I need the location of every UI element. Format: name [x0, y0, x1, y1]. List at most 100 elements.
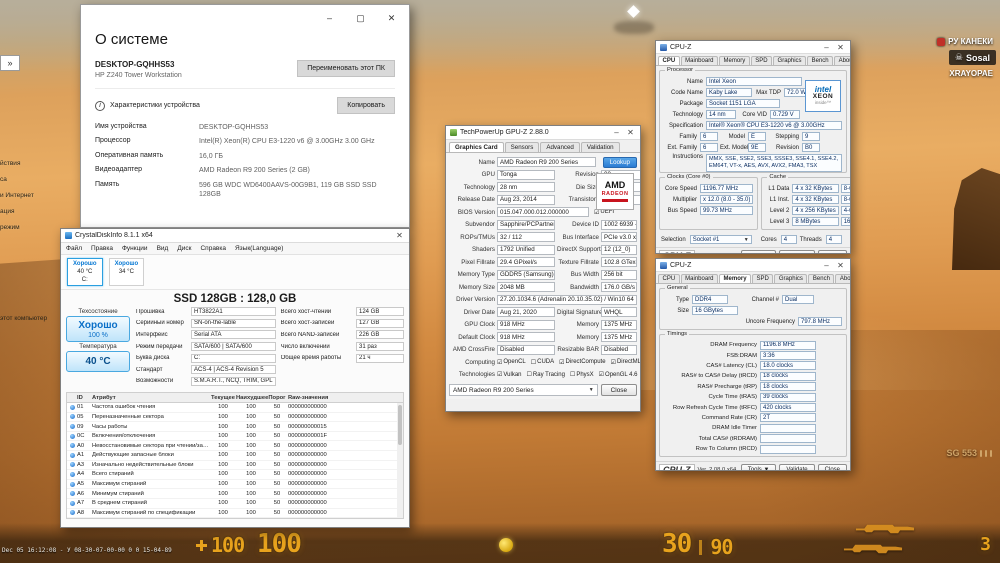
tab-memory[interactable]: Memory: [719, 274, 752, 283]
tab-graphics[interactable]: Graphics: [773, 56, 807, 65]
header-current[interactable]: Текущее: [210, 395, 236, 401]
close-button[interactable]: Close: [600, 384, 637, 396]
tab-about[interactable]: About: [835, 274, 850, 283]
checkbox-item[interactable]: ☑ DirectCompute: [559, 359, 605, 366]
tab-bench[interactable]: Bench: [807, 56, 834, 65]
header-threshold[interactable]: Порог: [266, 395, 288, 401]
nav-fragment[interactable]: режим: [0, 220, 34, 236]
checkbox-item[interactable]: ☐ PhysX: [570, 371, 594, 379]
nav-fragment[interactable]: и Интернет: [0, 188, 34, 204]
minimize-button[interactable]: –: [611, 128, 622, 137]
header-id[interactable]: ID: [77, 395, 92, 401]
tab-sensors[interactable]: Sensors: [504, 142, 540, 152]
header-raw[interactable]: Raw-значения: [288, 395, 403, 401]
smart-row[interactable]: A0 Невосстановимые сектора при чтении/за…: [67, 441, 403, 451]
info-row: Общее время работы 21 ч: [281, 353, 404, 363]
smart-row[interactable]: A4 Всего стираний 100 100 50 00000000000…: [67, 470, 403, 480]
gpu-clock-rows: Driver Date Aug 21, 2020 Digital Signatu…: [449, 306, 637, 356]
checkbox-item[interactable]: ☑ Vulkan: [497, 371, 522, 379]
validate-button[interactable]: Validate: [779, 464, 815, 470]
smart-row[interactable]: A6 Минимум стираний 100 100 50 000000000…: [67, 489, 403, 499]
close-button[interactable]: Close: [817, 250, 847, 253]
socket-select-dropdown[interactable]: Socket #1 ▼: [689, 235, 752, 244]
tab-validation[interactable]: Validation: [580, 142, 620, 152]
menu-item[interactable]: Справка: [200, 245, 226, 252]
disk-chip[interactable]: Хорошо 34 °C: [108, 258, 145, 287]
smart-row[interactable]: 0C Включения/отключения 100 100 50 00000…: [67, 432, 403, 442]
timing-row: Row Refresh Cycle Time (tRFC) 420 clocks: [664, 402, 842, 413]
menu-item[interactable]: Файл: [66, 245, 82, 252]
health-status-box[interactable]: Хорошо 100 %: [66, 316, 130, 343]
tab-bench[interactable]: Bench: [808, 274, 835, 283]
smart-row[interactable]: A7 В среднем стираний 100 100 50 0000000…: [67, 499, 403, 509]
minimize-button[interactable]: –: [821, 43, 832, 52]
tab-mainboard[interactable]: Mainboard: [680, 56, 719, 65]
close-button[interactable]: ✕: [625, 128, 636, 137]
smart-row[interactable]: 09 Часы работы 100 100 50 000000000015: [67, 422, 403, 432]
menu-item[interactable]: Вид: [157, 245, 169, 252]
checkbox-item[interactable]: ☐ CUDA: [531, 359, 554, 366]
tab-cpu[interactable]: CPU: [658, 274, 680, 283]
nav-fragment: этот компьютер: [0, 315, 48, 322]
checkbox-item[interactable]: ☑ OpenCL: [497, 359, 526, 366]
menu-item[interactable]: Язык(Language): [235, 245, 283, 252]
checkbox-item[interactable]: ☐ Ray Tracing: [527, 371, 565, 379]
scrollbar-thumb[interactable]: [398, 405, 402, 446]
tab-cpu[interactable]: CPU: [658, 56, 680, 65]
settings-titlebar[interactable]: – ▢ ✕: [81, 5, 409, 31]
validate-button[interactable]: Validate: [779, 250, 815, 253]
minimize-button[interactable]: –: [821, 261, 832, 270]
info-value: 21 ч: [356, 353, 404, 363]
bios-value: 015.047.000.012.000000: [497, 207, 589, 218]
tab-spd[interactable]: SPD: [752, 274, 774, 283]
close-button[interactable]: ✕: [835, 43, 846, 52]
cdi-titlebar[interactable]: CrystalDiskInfo 8.1.1 x64 ✕: [61, 229, 409, 243]
menu-item[interactable]: Правка: [91, 245, 113, 252]
temp-label: Температура: [79, 343, 117, 351]
smart-worst-cell: 100: [246, 413, 256, 420]
rename-pc-button[interactable]: Переименовать этот ПК: [297, 60, 395, 77]
maximize-button[interactable]: ▢: [355, 13, 366, 24]
smart-row[interactable]: 01 Частота ошибок чтения 100 100 50 0000…: [67, 403, 403, 413]
tab-graphics[interactable]: Graphics: [774, 274, 808, 283]
tools-button[interactable]: Tools ▼: [740, 464, 777, 470]
smart-row[interactable]: A8 Максимум стираний по спецификации 100…: [67, 509, 403, 519]
close-button[interactable]: ✕: [835, 261, 846, 270]
table-scrollbar[interactable]: [397, 403, 403, 519]
gpuz-tabs: Graphics Card Sensors Advanced Validatio…: [446, 140, 640, 152]
checkbox-item[interactable]: ☑ DirectML: [611, 359, 640, 366]
nav-fragment[interactable]: са: [0, 172, 34, 188]
nav-fragment[interactable]: ация: [0, 204, 34, 220]
minimize-button[interactable]: –: [324, 13, 335, 23]
copy-button[interactable]: Копировать: [337, 97, 395, 114]
tab-advanced[interactable]: Advanced: [540, 142, 580, 152]
nav-fragment[interactable]: йствия: [0, 156, 34, 172]
disk-chip[interactable]: Хорошо 40 °C C:: [67, 258, 103, 287]
close-button[interactable]: ✕: [394, 231, 405, 240]
smart-row[interactable]: A1 Действующие запасные блоки 100 100 50…: [67, 451, 403, 461]
tab-spd[interactable]: SPD: [750, 56, 773, 65]
tools-button[interactable]: Tools ▼: [740, 250, 777, 253]
header-attr[interactable]: Атрибут: [92, 395, 210, 401]
search-expand-button[interactable]: »: [0, 55, 20, 71]
tab-mainboard[interactable]: Mainboard: [680, 274, 719, 283]
tab-about[interactable]: About: [834, 56, 850, 65]
menu-item[interactable]: Диск: [177, 245, 191, 252]
checkbox-item[interactable]: ☑ OpenGL 4.6: [599, 371, 638, 379]
tab-memory[interactable]: Memory: [719, 56, 750, 65]
smart-row[interactable]: A3 Изначально недействительные блоки 100…: [67, 461, 403, 471]
smart-row[interactable]: A5 Максимум стираний 100 100 50 00000000…: [67, 480, 403, 490]
window-title: CPU-Z: [670, 261, 692, 269]
gpuz-titlebar[interactable]: TechPowerUp GPU-Z 2.88.0 – ✕: [446, 126, 640, 140]
cpuz-titlebar[interactable]: CPU-Z – ✕: [656, 41, 850, 54]
menu-item[interactable]: Функции: [122, 245, 148, 252]
lookup-button[interactable]: Lookup: [602, 156, 637, 168]
close-button[interactable]: ✕: [386, 13, 397, 24]
close-button[interactable]: Close: [817, 464, 847, 470]
cpuz-titlebar[interactable]: CPU-Z – ✕: [656, 259, 850, 272]
tab-graphics-card[interactable]: Graphics Card: [449, 142, 504, 152]
field-label: Core Speed: [664, 185, 697, 192]
card-select-dropdown[interactable]: AMD Radeon R9 200 Series ▼: [449, 384, 598, 396]
smart-row[interactable]: 05 Переназначенные сектора 100 100 50 00…: [67, 413, 403, 423]
header-worst[interactable]: Наихудшее: [236, 395, 268, 401]
